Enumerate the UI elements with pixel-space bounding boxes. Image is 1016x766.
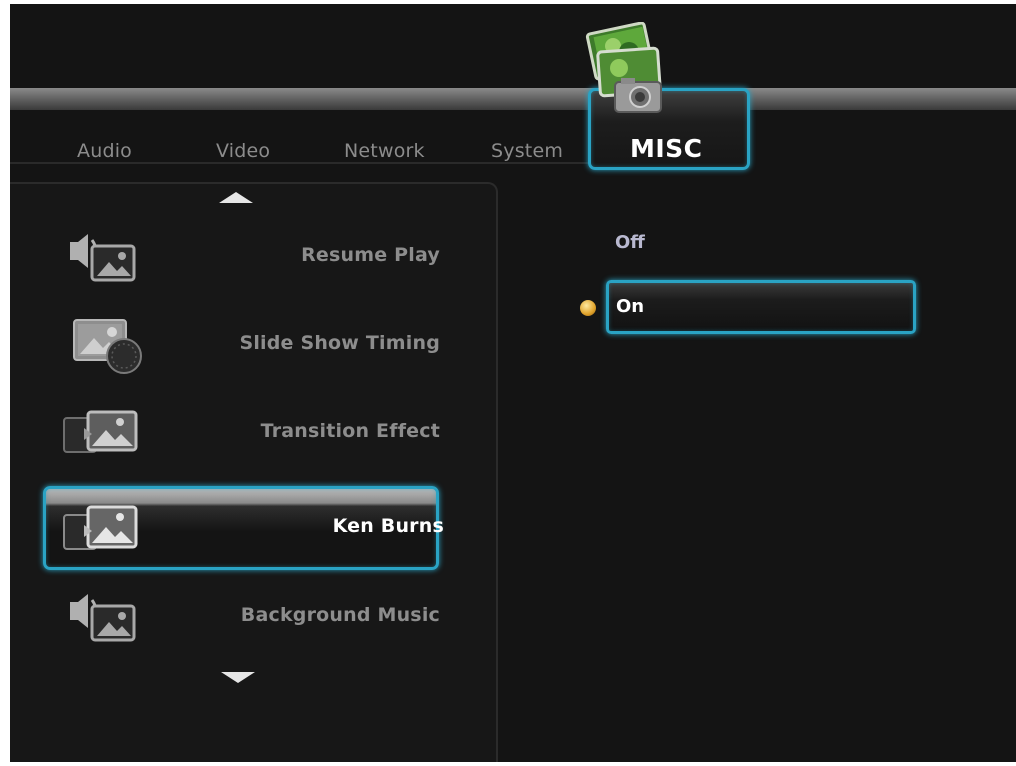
menu-item-transition-effect[interactable]: Transition Effect (10, 398, 440, 468)
speaker-photo-icon (70, 234, 136, 282)
tab-audio[interactable]: Audio (77, 140, 132, 162)
photo-transition-icon (63, 505, 138, 550)
scroll-down-arrow-icon[interactable] (221, 672, 255, 683)
menu-item-label: Background Music (240, 604, 440, 626)
tab-misc-label: MISC (630, 134, 703, 163)
option-off[interactable]: Off (615, 232, 645, 253)
menu-item-label: Transition Effect (260, 420, 440, 442)
top-band (10, 88, 1016, 110)
menu-item-slide-show-timing[interactable]: Slide Show Timing (10, 310, 440, 380)
tab-system[interactable]: System (491, 140, 563, 162)
speaker-photo-icon (70, 594, 136, 642)
photo-camera-icon (585, 22, 662, 113)
tabs-divider (10, 162, 590, 164)
menu-item-resume-play[interactable]: Resume Play (10, 222, 440, 292)
photo-clock-icon (73, 319, 142, 374)
menu-item-label: Resume Play (301, 244, 440, 266)
menu-item-ken-burns[interactable]: Ken Burns (43, 486, 444, 570)
scroll-up-arrow-icon[interactable] (219, 192, 253, 203)
photo-transition-icon (63, 410, 138, 453)
option-on-label: On (616, 296, 645, 317)
option-on[interactable] (606, 280, 916, 334)
tab-video[interactable]: Video (216, 140, 270, 162)
menu-item-background-music[interactable]: Background Music (10, 582, 440, 652)
tab-network[interactable]: Network (344, 140, 425, 162)
menu-item-label: Slide Show Timing (239, 332, 440, 354)
settings-screen: Audio Video Network System MISC Resume P… (10, 4, 1016, 762)
menu-item-label: Ken Burns (332, 515, 444, 537)
selected-indicator-icon (580, 300, 596, 316)
